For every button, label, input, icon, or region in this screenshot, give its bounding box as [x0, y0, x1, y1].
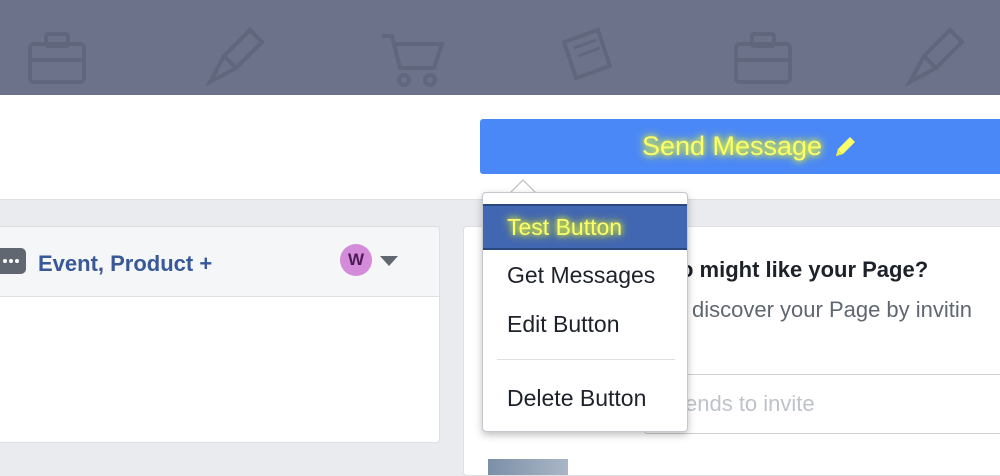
paintbrush-icon — [905, 27, 965, 87]
menu-item-label: Delete Button — [507, 384, 647, 411]
avatar-initial: W — [347, 250, 365, 269]
shopping-cart-icon — [382, 34, 445, 87]
menu-item-delete-button[interactable]: Delete Button — [483, 375, 687, 421]
menu-item-label: Edit Button — [507, 310, 620, 337]
menu-item-label: Test Button — [507, 213, 623, 240]
pencil-icon — [836, 136, 856, 156]
paintbrush-icon — [205, 27, 265, 87]
invite-friends-input[interactable] — [644, 374, 1000, 434]
invite-card-subtitle: discover your Page by invitin — [692, 297, 973, 322]
cover-photo — [0, 0, 1000, 95]
invite-card-title: o might like your Page? — [680, 257, 929, 282]
left-card-header: Event, Product + — [0, 227, 439, 297]
send-message-label: Send Message — [641, 131, 823, 161]
event-product-link[interactable]: Event, Product + — [38, 251, 212, 277]
more-options-icon[interactable] — [0, 248, 26, 274]
avatar[interactable]: W — [340, 244, 372, 276]
scroll-icon — [561, 27, 613, 81]
send-message-button[interactable]: Send Message — [480, 119, 1000, 174]
menu-item-test-button[interactable]: Test Button — [483, 204, 687, 250]
menu-item-edit-button[interactable]: Edit Button — [483, 301, 687, 347]
friend-thumbnail[interactable] — [488, 459, 568, 475]
menu-divider — [497, 359, 675, 360]
menu-item-label: Get Messages — [507, 261, 656, 288]
chevron-down-icon[interactable] — [380, 256, 398, 266]
button-options-menu: Test Button Get Messages Edit Button Del… — [482, 192, 688, 432]
menu-item-get-messages[interactable]: Get Messages — [483, 252, 687, 298]
briefcase-icon — [734, 32, 792, 84]
briefcase-icon — [28, 32, 86, 84]
left-card: Event, Product + — [0, 226, 440, 443]
